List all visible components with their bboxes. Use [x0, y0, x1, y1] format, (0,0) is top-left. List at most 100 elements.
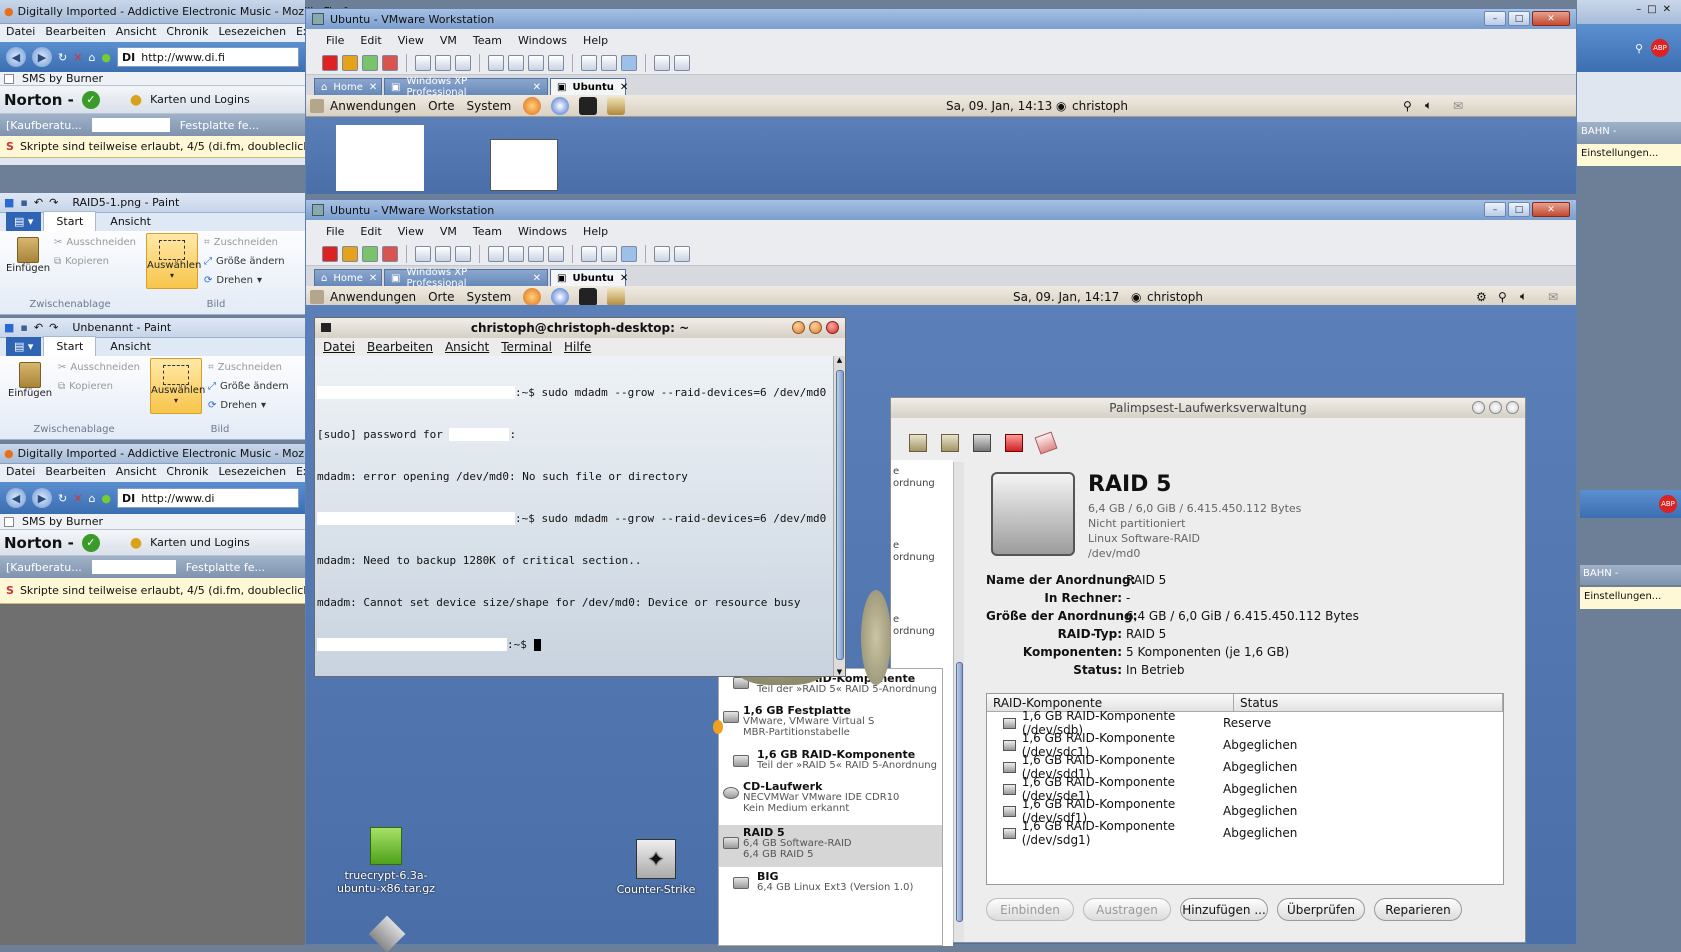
menu-chronik[interactable]: Chronik: [166, 25, 208, 41]
minimize-button[interactable]: [1472, 401, 1485, 414]
device-list-scrollbar[interactable]: [953, 462, 964, 942]
window-titlebar[interactable]: christoph@christoph-desktop: ~: [315, 318, 845, 338]
drive-icon[interactable]: [607, 96, 626, 115]
power-off-icon[interactable]: [322, 54, 338, 71]
cut-button[interactable]: ✂ Ausschneiden: [58, 362, 140, 373]
menu-view[interactable]: View: [398, 34, 424, 47]
bookmark-blank[interactable]: [91, 560, 176, 574]
menu-orte[interactable]: Orte: [428, 290, 454, 304]
maximize-icon[interactable]: □: [1647, 4, 1656, 20]
file-menu-button[interactable]: ▤ ▾: [6, 212, 42, 231]
bookmark-kaufberatung[interactable]: [Kaufberatu...: [6, 119, 82, 132]
stop-icon[interactable]: ✕: [73, 51, 82, 64]
file-icon[interactable]: [336, 125, 424, 191]
mail-icon[interactable]: ✉: [1548, 290, 1558, 304]
menu-vm[interactable]: VM: [440, 34, 457, 47]
close-icon[interactable]: ✕: [620, 82, 628, 93]
menu-system[interactable]: System: [467, 99, 512, 113]
close-icon[interactable]: ✕: [533, 273, 541, 284]
resize-button[interactable]: ⤢ Größe ändern: [204, 256, 285, 267]
menu-bearbeiten[interactable]: Bearbeiten: [45, 465, 105, 481]
window-titlebar[interactable]: ● Digitally Imported - Addictive Electro…: [0, 444, 337, 464]
list-item-selected[interactable]: RAID 5 6,4 GB Software-RAID 6,4 GB RAID …: [719, 825, 942, 867]
revert-snapshot-icon[interactable]: [435, 245, 451, 262]
window-titlebar[interactable]: Ubuntu - VMware Workstation – □ ✕: [306, 9, 1576, 29]
menu-view[interactable]: View: [398, 225, 424, 238]
menu-orte[interactable]: Orte: [428, 99, 454, 113]
einstellungen-button[interactable]: Einstellungen...: [1577, 144, 1681, 166]
network-icon[interactable]: ⚲: [1403, 99, 1412, 113]
adblock-icon[interactable]: ABP: [1659, 495, 1677, 513]
menu-file[interactable]: File: [326, 225, 344, 238]
redo-icon[interactable]: ↷: [49, 196, 58, 209]
tab-start[interactable]: Start: [43, 336, 97, 356]
tab-windows-xp[interactable]: ▣ Windows XP Professional ✕: [384, 76, 548, 98]
bahn-bookmark-2[interactable]: BAHN -: [1580, 565, 1681, 585]
tab-start[interactable]: Start: [43, 211, 97, 231]
redo-icon[interactable]: ↷: [49, 321, 58, 334]
firefox-icon[interactable]: [523, 287, 542, 306]
quick-switch-icon[interactable]: [508, 54, 524, 71]
maximize-button[interactable]: □: [1508, 11, 1530, 26]
scroll-up-icon[interactable]: ▲: [834, 356, 845, 364]
paste-button[interactable]: Einfügen: [6, 237, 50, 274]
list-item[interactable]: BIG 6,4 GB Linux Ext3 (Version 1.0): [719, 871, 942, 897]
rotate-button[interactable]: ⟳ Drehen ▾: [208, 400, 266, 411]
menu-edit[interactable]: Edit: [360, 34, 381, 47]
terminal-icon[interactable]: [579, 287, 598, 306]
close-button[interactable]: ✕: [1532, 202, 1570, 217]
mount-button[interactable]: Einbinden: [986, 898, 1074, 921]
check-button[interactable]: Überprüfen: [1277, 898, 1365, 921]
thumbnail-view-icon[interactable]: [601, 54, 617, 71]
play-icon[interactable]: [362, 54, 378, 71]
menu-datei[interactable]: Datei: [6, 25, 35, 41]
rotate-button[interactable]: ⟳ Drehen ▾: [204, 275, 262, 286]
sms-label[interactable]: SMS by Burner: [22, 72, 103, 85]
menu-bearbeiten[interactable]: Bearbeiten: [45, 25, 105, 41]
stop-raid-icon[interactable]: [1005, 434, 1023, 452]
close-icon[interactable]: ✕: [369, 273, 377, 284]
forward-icon[interactable]: ▶: [32, 488, 52, 508]
lock-icon[interactable]: [941, 434, 959, 452]
play-icon[interactable]: [362, 245, 378, 262]
full-screen-icon[interactable]: [528, 54, 544, 71]
pause-icon[interactable]: [342, 245, 358, 262]
window-titlebar[interactable]: ● Digitally Imported - Addictive Electro…: [0, 0, 347, 24]
back-icon[interactable]: ◀: [6, 47, 26, 67]
url-input[interactable]: DI http://www.di.fi: [117, 47, 299, 67]
bookmark-festplatte[interactable]: Festplatte fe...: [186, 561, 265, 574]
user-name[interactable]: christoph: [1072, 99, 1128, 113]
menu-datei[interactable]: Datei: [323, 340, 355, 354]
norton-logo[interactable]: Norton -: [4, 91, 74, 109]
erase-icon[interactable]: [1034, 431, 1058, 455]
crop-button[interactable]: ⌗ Zuschneiden: [204, 237, 278, 248]
minimize-button[interactable]: –: [1484, 202, 1506, 217]
tab-home[interactable]: ⌂ Home ✕: [314, 78, 382, 95]
quick-switch-icon[interactable]: [508, 245, 524, 262]
drive-icon[interactable]: [607, 287, 626, 306]
thumbnail-view-icon[interactable]: [601, 245, 617, 262]
maximize-button[interactable]: [1489, 401, 1502, 414]
snapshot-icon[interactable]: [415, 54, 431, 71]
adblock-icon[interactable]: ABP: [1651, 39, 1669, 57]
maximize-button[interactable]: [809, 321, 822, 334]
undo-icon[interactable]: ↶: [34, 196, 43, 209]
menu-team[interactable]: Team: [473, 34, 502, 47]
reset-icon[interactable]: [382, 54, 398, 71]
select-button[interactable]: Auswählen ▾: [146, 233, 201, 289]
einstellungen-button-2[interactable]: Einstellungen...: [1580, 587, 1681, 609]
menu-anwendungen[interactable]: Anwendungen: [330, 99, 416, 113]
close-button[interactable]: [826, 321, 839, 334]
sms-label[interactable]: SMS by Burner: [22, 515, 103, 528]
window-titlebar[interactable]: Palimpsest-Laufwerksverwaltung: [891, 398, 1525, 418]
home-icon[interactable]: ⌂: [88, 51, 95, 64]
unity-icon[interactable]: [548, 54, 564, 71]
tab-ubuntu[interactable]: ▣ Ubuntu ✕: [550, 78, 628, 95]
menu-bearbeiten[interactable]: Bearbeiten: [367, 340, 433, 354]
menu-windows[interactable]: Windows: [518, 34, 567, 47]
network-icon[interactable]: ⚙: [1476, 290, 1487, 304]
menu-terminal[interactable]: Terminal: [501, 340, 552, 354]
menu-lesezeichen[interactable]: Lesezeichen: [218, 465, 286, 481]
menu-file[interactable]: File: [326, 34, 344, 47]
minimize-button[interactable]: [792, 321, 805, 334]
